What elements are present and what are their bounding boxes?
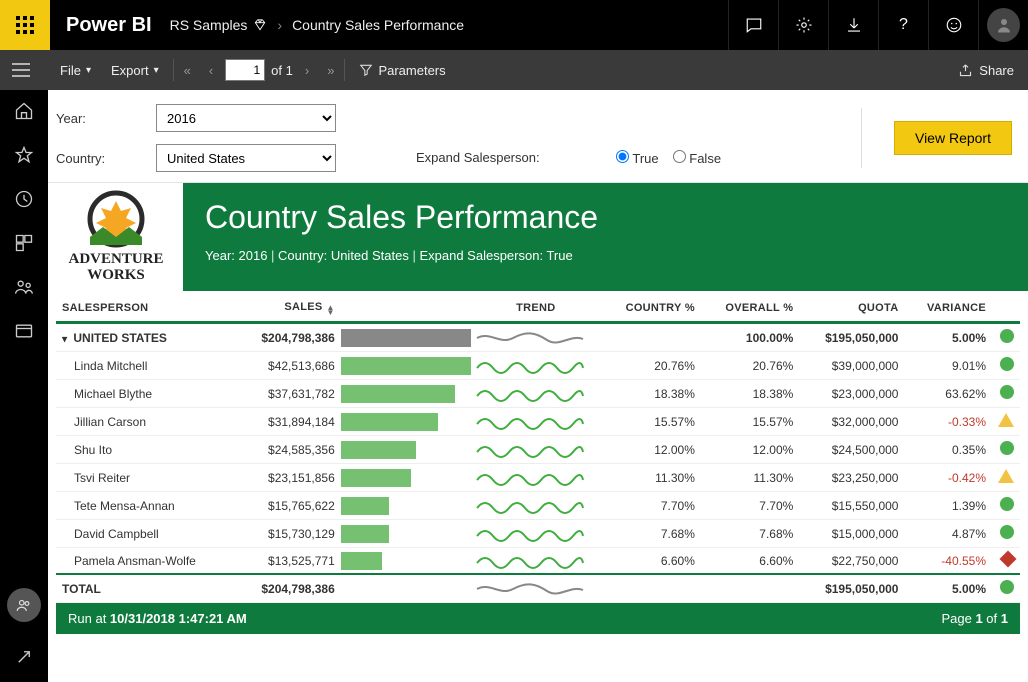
workspaces-icon[interactable]: [13, 320, 35, 342]
table-row[interactable]: Jillian Carson$31,894,18415.57%15.57%$32…: [56, 408, 1020, 436]
svg-text:ADVENTURE: ADVENTURE: [68, 251, 163, 267]
people-icon: [15, 596, 33, 614]
col-sales[interactable]: SALES▲▼: [236, 291, 341, 323]
company-logo: ADVENTURE WORKS: [48, 183, 183, 291]
col-salesperson[interactable]: SALESPERSON: [56, 291, 236, 323]
funnel-icon: [359, 63, 373, 77]
app-header: Power BI RS Samples › Country Sales Perf…: [0, 0, 1028, 50]
file-menu[interactable]: File▾: [50, 50, 101, 90]
brand-label: Power BI: [66, 14, 152, 37]
download-icon[interactable]: [828, 0, 878, 50]
chevron-down-icon: ▾: [154, 65, 159, 76]
parameter-panel: Year: 2016 View Report Country: United S…: [48, 90, 1028, 183]
svg-text:WORKS: WORKS: [87, 267, 145, 283]
report-footer: Run at 10/31/2018 1:47:21 AM Page 1 of 1: [56, 603, 1020, 634]
account-button[interactable]: [978, 0, 1028, 50]
total-row: TOTAL$204,798,386$195,050,0005.00%: [56, 574, 1020, 603]
breadcrumb-workspace[interactable]: RS Samples: [170, 17, 268, 33]
chevron-down-icon: ▾: [86, 65, 91, 76]
param-country-select[interactable]: United States: [156, 144, 336, 172]
breadcrumb: RS Samples › Country Sales Performance: [170, 17, 464, 33]
table-row[interactable]: Tsvi Reiter$23,151,85611.30%11.30%$23,25…: [56, 464, 1020, 492]
share-icon: [958, 63, 973, 78]
favorites-icon[interactable]: [13, 144, 35, 166]
current-workspace-button[interactable]: [7, 588, 41, 622]
prev-page-button[interactable]: ‹: [203, 59, 219, 82]
avatar-icon: [987, 8, 1020, 42]
feedback-icon[interactable]: [928, 0, 978, 50]
help-icon[interactable]: ?: [878, 0, 928, 50]
expand-nav-icon[interactable]: [13, 646, 35, 668]
nav-toggle-button[interactable]: [12, 63, 50, 77]
next-page-button[interactable]: ›: [299, 59, 315, 82]
gear-icon[interactable]: [778, 0, 828, 50]
left-nav-rail: [0, 90, 48, 682]
table-row[interactable]: Linda Mitchell$42,513,68620.76%20.76%$39…: [56, 352, 1020, 380]
apps-icon[interactable]: [13, 232, 35, 254]
export-menu[interactable]: Export▾: [101, 50, 169, 90]
table-row[interactable]: Michael Blythe$37,631,78218.38%18.38%$23…: [56, 380, 1020, 408]
report-title: Country Sales Performance: [205, 199, 1006, 236]
parameters-toggle[interactable]: Parameters: [349, 50, 455, 90]
chat-icon[interactable]: [728, 0, 778, 50]
sales-table: SALESPERSON SALES▲▼ TREND COUNTRY % OVER…: [56, 291, 1020, 603]
radio-false[interactable]: False: [673, 150, 721, 166]
col-overall-pct[interactable]: OVERALL %: [701, 291, 799, 323]
param-expand-label: Expand Salesperson:: [416, 150, 616, 166]
col-variance[interactable]: VARIANCE: [904, 291, 992, 323]
page-number-input[interactable]: [225, 59, 265, 81]
view-report-button[interactable]: View Report: [894, 121, 1012, 155]
recent-icon[interactable]: [13, 188, 35, 210]
app-launcher-button[interactable]: [0, 0, 50, 50]
col-country-pct[interactable]: COUNTRY %: [601, 291, 701, 323]
param-year-select[interactable]: 2016: [156, 104, 336, 132]
table-row[interactable]: David Campbell$15,730,1297.68%7.68%$15,0…: [56, 520, 1020, 548]
breadcrumb-page[interactable]: Country Sales Performance: [292, 17, 464, 33]
report-header: ADVENTURE WORKS Country Sales Performanc…: [48, 183, 1028, 291]
expand-icon[interactable]: ▸: [59, 336, 70, 341]
home-icon[interactable]: [13, 100, 35, 122]
pager: « ‹ of 1 › »: [178, 59, 341, 82]
param-country-label: Country:: [56, 151, 156, 166]
report-toolbar: File▾ Export▾ « ‹ of 1 › » Parameters Sh…: [0, 50, 1028, 90]
col-quota[interactable]: QUOTA: [799, 291, 904, 323]
waffle-icon: [16, 16, 34, 34]
share-button[interactable]: Share: [958, 63, 1014, 78]
sort-icon: ▲▼: [327, 305, 335, 315]
table-row[interactable]: Tete Mensa-Annan$15,765,6227.70%7.70%$15…: [56, 492, 1020, 520]
last-page-button[interactable]: »: [321, 59, 340, 82]
col-trend[interactable]: TREND: [471, 291, 601, 323]
page-total-label: of 1: [271, 63, 293, 78]
shared-icon[interactable]: [13, 276, 35, 298]
table-row[interactable]: Pamela Ansman-Wolfe$13,525,7716.60%6.60%…: [56, 548, 1020, 575]
table-row[interactable]: Shu Ito$24,585,35612.00%12.00%$24,500,00…: [56, 436, 1020, 464]
chevron-right-icon: ›: [277, 17, 282, 33]
report-subtitle: Year: 2016 | Country: United States | Ex…: [205, 248, 1006, 263]
first-page-button[interactable]: «: [178, 59, 197, 82]
group-row[interactable]: ▸ UNITED STATES$204,798,386100.00%$195,0…: [56, 323, 1020, 352]
param-year-label: Year:: [56, 111, 156, 126]
diamond-icon: [253, 18, 267, 32]
radio-true[interactable]: True: [616, 150, 659, 166]
